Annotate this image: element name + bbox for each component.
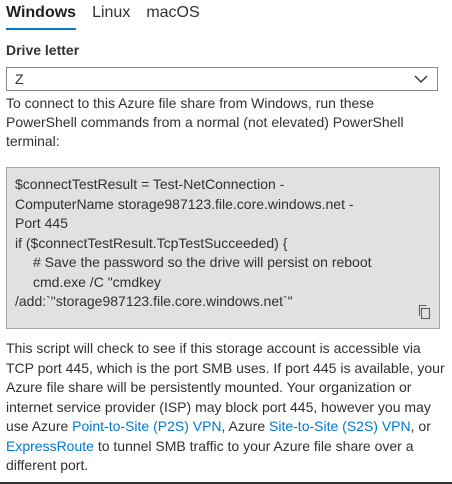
tab-macos[interactable]: macOS xyxy=(146,0,199,30)
code-line: $connectTestResult = Test-NetConnection … xyxy=(15,176,285,192)
tab-linux[interactable]: Linux xyxy=(92,0,130,30)
copy-icon[interactable] xyxy=(417,304,431,320)
os-tabs: Windows Linux macOS xyxy=(6,0,216,30)
powershell-script-box: $connectTestResult = Test-NetConnection … xyxy=(6,167,440,329)
code-line: if ($connectTestResult.TcpTestSucceeded)… xyxy=(15,234,288,251)
explanation-part2: , Azure xyxy=(221,418,270,434)
s2s-vpn-link[interactable]: Site-to-Site (S2S) VPN xyxy=(269,418,411,434)
expressroute-link[interactable]: ExpressRoute xyxy=(6,438,94,454)
explanation-text: This script will check to see if this st… xyxy=(6,339,448,476)
code-line: # Save the password so the drive will pe… xyxy=(33,254,372,270)
drive-letter-label: Drive letter xyxy=(6,42,80,58)
code-line: Port 445 xyxy=(15,215,68,231)
code-line: ComputerName storage987123.file.core.win… xyxy=(15,195,354,212)
drive-letter-dropdown[interactable]: Z xyxy=(6,67,438,91)
tab-windows[interactable]: Windows xyxy=(6,0,77,30)
code-line: cmd.exe /C "cmdkey xyxy=(33,273,161,290)
code-line: /add:`"storage987123.file.core.windows.n… xyxy=(15,293,293,309)
intro-text: To connect to this Azure file share from… xyxy=(6,95,404,149)
drive-letter-value: Z xyxy=(15,71,24,87)
explanation-part3: , or xyxy=(410,418,431,434)
chevron-down-icon xyxy=(414,75,428,83)
p2s-vpn-link[interactable]: Point-to-Site (P2S) VPN xyxy=(72,418,221,434)
